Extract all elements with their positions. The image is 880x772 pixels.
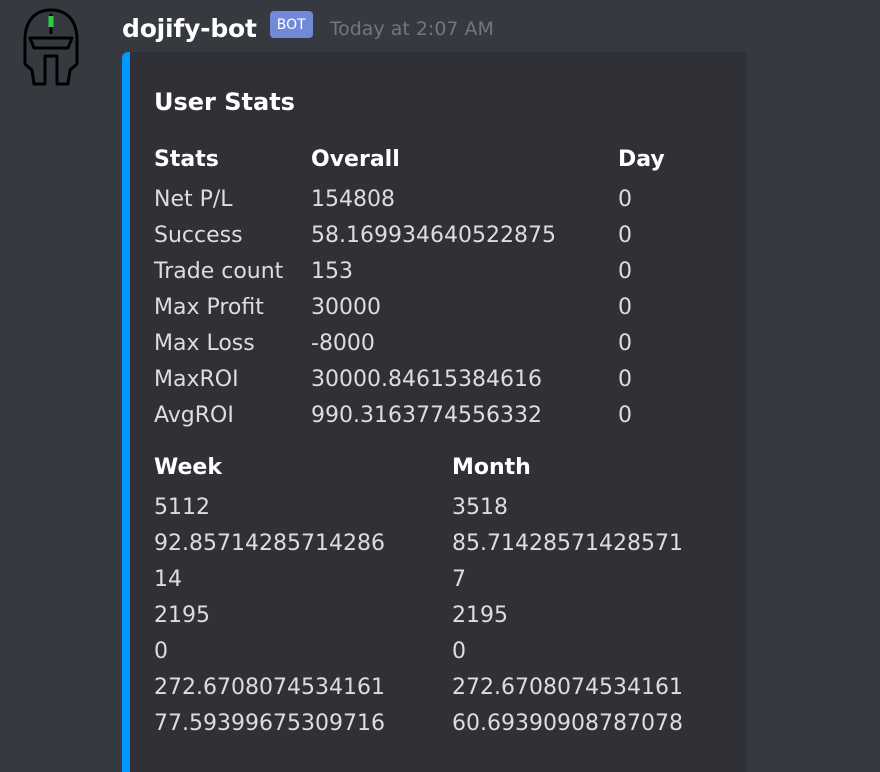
field-line: 0 xyxy=(618,223,632,248)
field-line: 0 xyxy=(154,639,168,664)
field-line: Max Loss xyxy=(154,331,255,356)
field-overall: Overall 154808 58.169934640522875 153 30… xyxy=(311,142,556,434)
field-line: 0 xyxy=(618,259,632,284)
field-stats: Stats Net P/L Success Trade count Max Pr… xyxy=(154,142,283,434)
field-line: 7 xyxy=(452,567,466,592)
field-line: 272.6708074534161 xyxy=(154,675,385,700)
field-line: Trade count xyxy=(154,259,284,284)
embed-title: User Stats xyxy=(154,88,295,116)
spartan-helmet-icon[interactable] xyxy=(18,4,84,88)
field-line: 30000.84615384616 xyxy=(311,367,542,392)
field-line: 153 xyxy=(311,259,353,284)
field-line: 0 xyxy=(618,367,632,392)
field-line: 3518 xyxy=(452,495,508,520)
field-line: 60.69390908787078 xyxy=(452,711,683,736)
field-line: 0 xyxy=(618,403,632,428)
field-line: -8000 xyxy=(311,331,375,356)
stats-embed: User Stats Stats Net P/L Success Trade c… xyxy=(122,52,746,772)
field-name: Month xyxy=(452,455,531,480)
field-line: 14 xyxy=(154,567,182,592)
field-line: 990.3163774556332 xyxy=(311,403,542,428)
field-line: 58.169934640522875 xyxy=(311,223,556,248)
field-line: 0 xyxy=(452,639,466,664)
field-line: MaxROI xyxy=(154,367,239,392)
field-name: Overall xyxy=(311,147,400,172)
field-line: 30000 xyxy=(311,295,381,320)
field-name: Week xyxy=(154,455,222,480)
field-week: Week 5112 92.85714285714286 14 2195 0 27… xyxy=(154,450,385,742)
field-line: Net P/L xyxy=(154,187,233,212)
field-line: Max Profit xyxy=(154,295,264,320)
field-line: 85.71428571428571 xyxy=(452,531,683,556)
field-line: 272.6708074534161 xyxy=(452,675,683,700)
field-line: 2195 xyxy=(154,603,210,628)
field-line: 0 xyxy=(618,295,632,320)
field-value: 154808 58.169934640522875 153 30000 -800… xyxy=(311,182,556,434)
username[interactable]: dojify-bot xyxy=(122,14,257,43)
field-value: 3518 85.71428571428571 7 2195 0 272.6708… xyxy=(452,490,683,742)
field-line: 92.85714285714286 xyxy=(154,531,385,556)
field-line: 5112 xyxy=(154,495,210,520)
field-line: 77.59399675309716 xyxy=(154,711,385,736)
message-header: dojify-bot BOT Today at 2:07 AM xyxy=(122,10,494,46)
chat-message: dojify-bot BOT Today at 2:07 AM User Sta… xyxy=(0,0,880,772)
field-line: 0 xyxy=(618,331,632,356)
field-line: 0 xyxy=(618,187,632,212)
field-line: Success xyxy=(154,223,243,248)
bot-badge: BOT xyxy=(269,10,313,38)
field-day: Day 0 0 0 0 0 0 0 xyxy=(618,142,665,434)
field-month: Month 3518 85.71428571428571 7 2195 0 27… xyxy=(452,450,683,742)
message-timestamp[interactable]: Today at 2:07 AM xyxy=(330,18,494,40)
field-line: 2195 xyxy=(452,603,508,628)
field-name: Stats xyxy=(154,147,219,172)
field-name: Day xyxy=(618,147,665,172)
field-value: 0 0 0 0 0 0 0 xyxy=(618,182,665,434)
field-value: Net P/L Success Trade count Max Profit M… xyxy=(154,182,283,434)
field-value: 5112 92.85714285714286 14 2195 0 272.670… xyxy=(154,490,385,742)
field-line: 154808 xyxy=(311,187,395,212)
field-line: AvgROI xyxy=(154,403,234,428)
